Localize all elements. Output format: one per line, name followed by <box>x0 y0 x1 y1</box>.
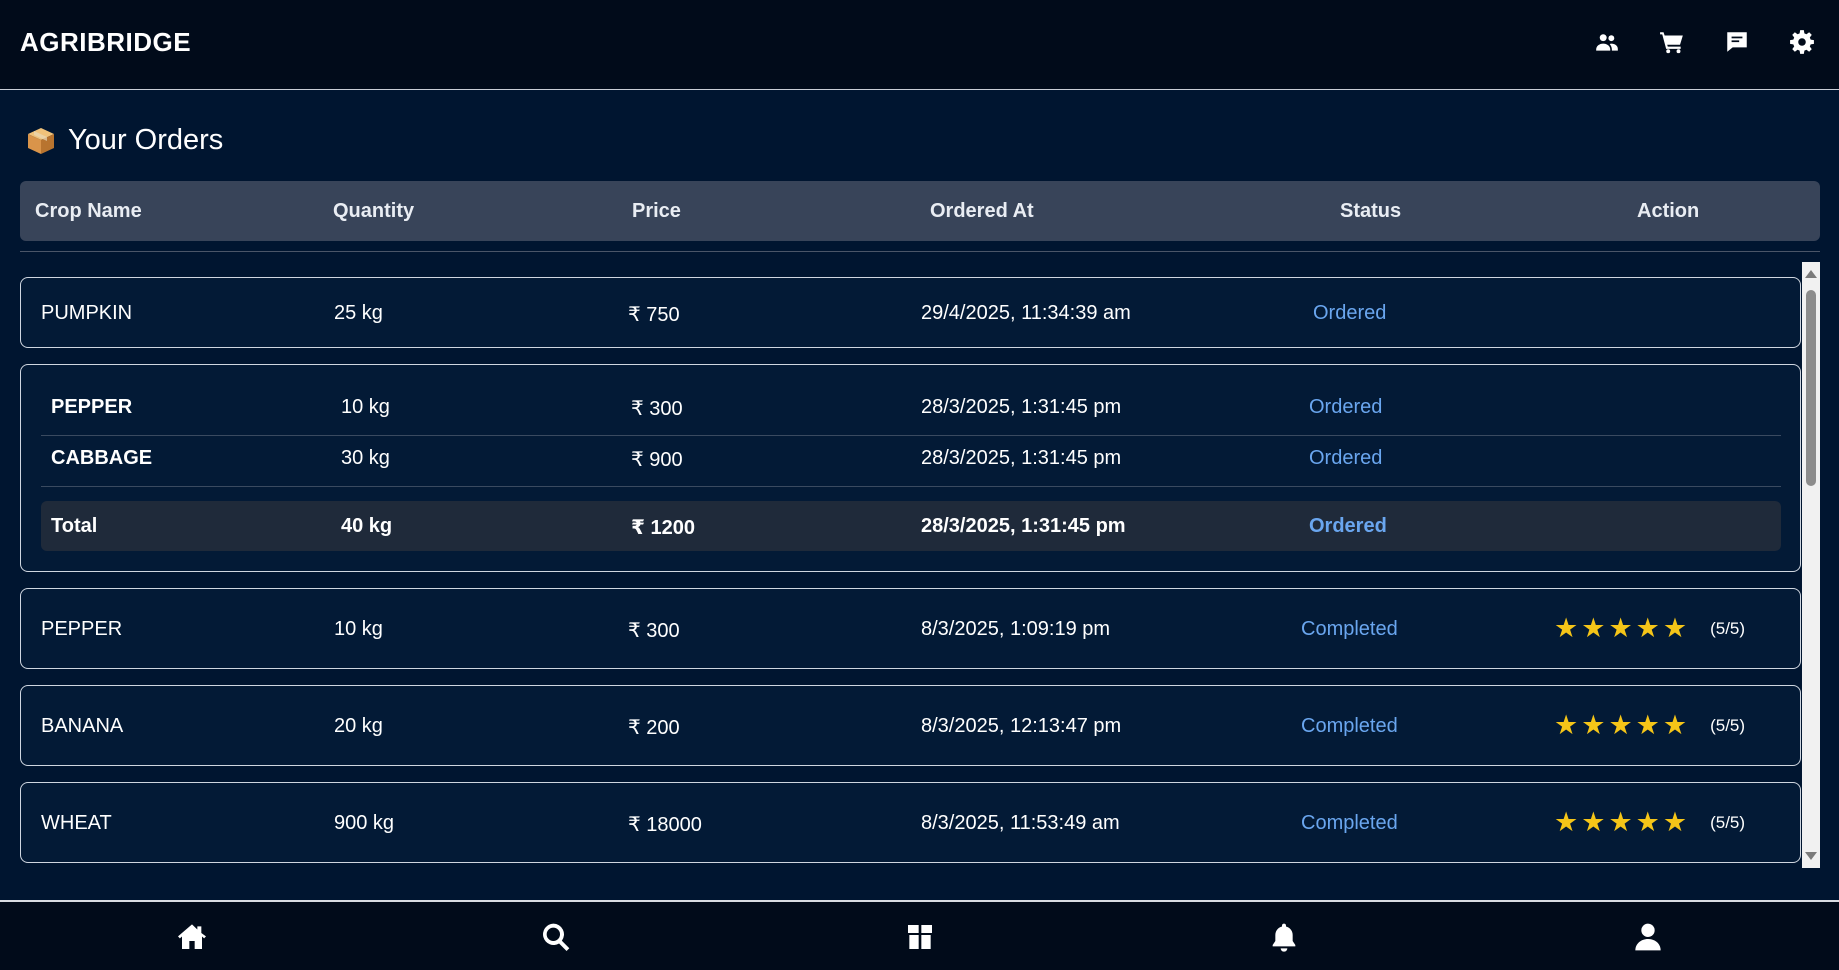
search-icon[interactable] <box>539 920 573 954</box>
price: ₹ 18000 <box>628 814 702 836</box>
quantity: 30 kg <box>341 447 390 469</box>
order-card[interactable]: WHEAT 900 kg ₹ 18000 8/3/2025, 11:53:49 … <box>20 782 1801 863</box>
column-action: Action <box>1637 199 1700 222</box>
star-icon[interactable]: ★ <box>1608 809 1632 836</box>
star-icon[interactable]: ★ <box>1581 615 1605 642</box>
total-price: ₹ 1200 <box>631 517 695 539</box>
star-icon[interactable]: ★ <box>1636 809 1660 836</box>
order-card[interactable]: PEPPER 10 kg ₹ 300 8/3/2025, 1:09:19 pm … <box>20 588 1801 669</box>
rating-text: (5/5) <box>1710 812 1746 832</box>
orders-list[interactable]: PUMPKIN 25 kg ₹ 750 29/4/2025, 11:34:39 … <box>20 262 1820 868</box>
status-badge: Ordered <box>1309 447 1383 469</box>
rating-stars[interactable]: ★ ★ ★ ★ ★ (5/5) <box>1554 809 1745 836</box>
quantity: 900 kg <box>334 812 395 834</box>
column-quantity: Quantity <box>333 199 415 222</box>
chat-icon[interactable] <box>1721 26 1752 57</box>
star-icon[interactable]: ★ <box>1663 712 1687 739</box>
total-ordered-at: 28/3/2025, 1:31:45 pm <box>921 515 1126 537</box>
crop-name: BANANA <box>41 715 124 737</box>
status-badge: Ordered <box>1313 302 1387 324</box>
rating-stars[interactable]: ★ ★ ★ ★ ★ (5/5) <box>1554 712 1745 739</box>
star-icon[interactable]: ★ <box>1608 615 1632 642</box>
star-icon[interactable]: ★ <box>1554 712 1578 739</box>
profile-icon[interactable] <box>1631 920 1665 954</box>
brand-logo[interactable]: AGRIBRIDGE <box>20 27 191 58</box>
total-label: Total <box>51 515 98 537</box>
star-icon[interactable]: ★ <box>1636 712 1660 739</box>
list-scrollbar[interactable] <box>1802 262 1820 868</box>
bottom-nav <box>0 900 1839 970</box>
order-group-card[interactable]: PEPPER 10 kg ₹ 300 28/3/2025, 1:31:45 pm… <box>20 364 1801 572</box>
star-icon[interactable]: ★ <box>1636 615 1660 642</box>
crop-name: WHEAT <box>41 812 112 834</box>
scroll-up-icon[interactable] <box>1805 270 1817 278</box>
scroll-down-icon[interactable] <box>1805 852 1817 860</box>
cart-icon[interactable] <box>1656 26 1687 57</box>
home-icon[interactable] <box>175 920 209 954</box>
column-crop-name: Crop Name <box>35 199 142 222</box>
page-title: Your Orders <box>26 124 223 157</box>
column-status: Status <box>1340 199 1402 222</box>
page-heading: Your Orders <box>68 124 224 156</box>
quantity: 25 kg <box>334 302 383 324</box>
quantity: 10 kg <box>341 396 390 418</box>
bell-icon[interactable] <box>1267 920 1301 954</box>
header-actions <box>1591 26 1817 57</box>
star-icon[interactable]: ★ <box>1581 712 1605 739</box>
star-icon[interactable]: ★ <box>1663 615 1687 642</box>
package-icon <box>28 127 54 154</box>
users-icon[interactable] <box>1591 26 1622 57</box>
crop-name: PUMPKIN <box>41 302 133 324</box>
crop-name: CABBAGE <box>51 447 153 469</box>
row-divider <box>41 486 1781 487</box>
top-bar: AGRIBRIDGE <box>0 0 1839 90</box>
table-header: Crop Name Quantity Price Ordered At Stat… <box>20 181 1820 241</box>
column-price: Price <box>632 199 681 222</box>
quantity: 20 kg <box>334 715 383 737</box>
header-divider <box>20 251 1820 252</box>
total-status: Ordered <box>1309 515 1387 537</box>
ordered-at: 8/3/2025, 11:53:49 am <box>921 812 1120 834</box>
price: ₹ 300 <box>631 398 683 420</box>
total-row: Total 40 kg ₹ 1200 28/3/2025, 1:31:45 pm… <box>41 501 1781 551</box>
ordered-at: 8/3/2025, 1:09:19 pm <box>921 618 1111 640</box>
crop-name: PEPPER <box>41 618 123 640</box>
price: ₹ 300 <box>628 620 680 642</box>
table-row: PEPPER 10 kg ₹ 300 28/3/2025, 1:31:45 pm… <box>41 381 1781 431</box>
ordered-at: 28/3/2025, 1:31:45 pm <box>921 447 1122 469</box>
crop-name: PEPPER <box>51 396 133 418</box>
scroll-thumb[interactable] <box>1806 290 1816 486</box>
star-icon[interactable]: ★ <box>1663 809 1687 836</box>
price: ₹ 900 <box>631 449 683 471</box>
price: ₹ 200 <box>628 717 680 739</box>
rating-stars[interactable]: ★ ★ ★ ★ ★ (5/5) <box>1554 615 1745 642</box>
star-icon[interactable]: ★ <box>1581 809 1605 836</box>
price: ₹ 750 <box>628 304 680 326</box>
status-badge: Completed <box>1301 715 1398 737</box>
ordered-at: 8/3/2025, 12:13:47 pm <box>921 715 1122 737</box>
status-badge: Completed <box>1301 618 1398 640</box>
star-icon[interactable]: ★ <box>1608 712 1632 739</box>
star-icon[interactable]: ★ <box>1554 615 1578 642</box>
ordered-at: 28/3/2025, 1:31:45 pm <box>921 396 1122 418</box>
status-badge: Completed <box>1301 812 1398 834</box>
status-badge: Ordered <box>1309 396 1383 418</box>
rating-text: (5/5) <box>1710 618 1746 638</box>
ordered-at: 29/4/2025, 11:34:39 am <box>921 302 1131 324</box>
rating-text: (5/5) <box>1710 715 1746 735</box>
total-quantity: 40 kg <box>341 515 393 537</box>
star-icon[interactable]: ★ <box>1554 809 1578 836</box>
table-row: CABBAGE 30 kg ₹ 900 28/3/2025, 1:31:45 p… <box>41 432 1781 482</box>
store-icon[interactable] <box>903 920 937 954</box>
order-card[interactable]: BANANA 20 kg ₹ 200 8/3/2025, 12:13:47 pm… <box>20 685 1801 766</box>
quantity: 10 kg <box>334 618 383 640</box>
gear-icon[interactable] <box>1786 26 1817 57</box>
order-card[interactable]: PUMPKIN 25 kg ₹ 750 29/4/2025, 11:34:39 … <box>20 277 1801 348</box>
column-ordered-at: Ordered At <box>930 199 1034 222</box>
